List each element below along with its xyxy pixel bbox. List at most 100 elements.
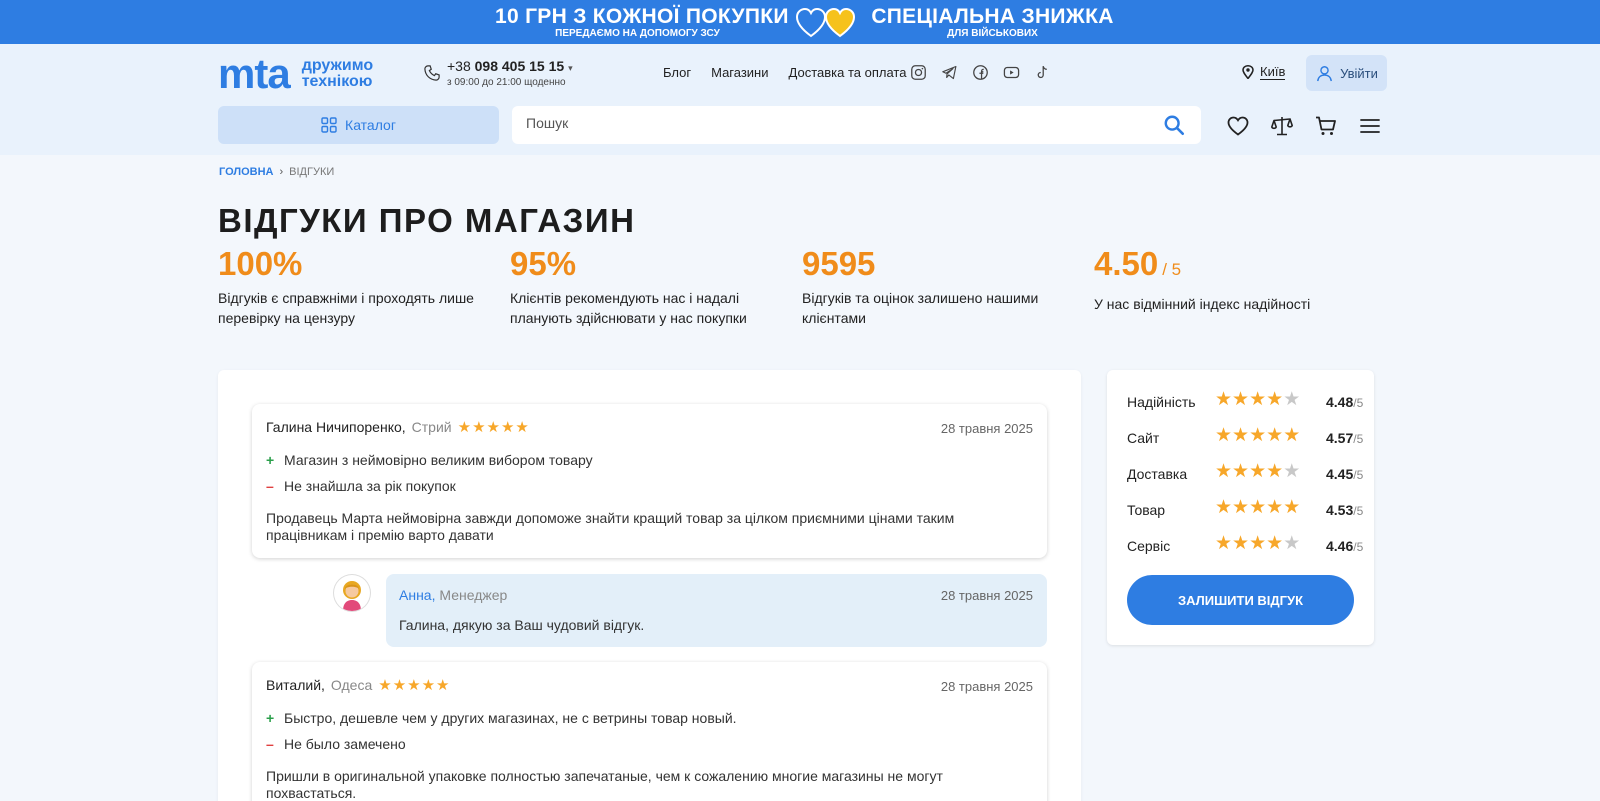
star-icon: ★ [407,676,421,694]
star-filled-icon: ★ [1215,425,1233,446]
rating-stars: ★ ★ ★ ★ ★ [1215,534,1300,553]
rating-number: 4.45 [1326,466,1354,482]
review-card: Виталий, Одеса ★ ★ ★ ★ ★ 28 травня 2025 + Бы… [252,662,1047,801]
star-filled-icon: ★ [1266,461,1284,482]
rating-max: /5 [1353,432,1364,446]
review-cons-text: Не было замечено [284,736,406,752]
minus-icon: – [266,478,274,494]
login-button[interactable]: Увійти [1306,55,1387,91]
promo-left-title: 10 ГРН З КОЖНОЇ ПОКУПКИ [495,5,789,28]
instagram-icon[interactable] [910,64,927,81]
stat-suffix: / 5 [1162,260,1182,279]
star-icon: ★ [457,418,472,436]
cart-icon[interactable] [1314,114,1338,138]
chevron-down-icon[interactable]: ▾ [568,63,573,73]
rating-stars: ★ ★ ★ ★ ★ [1215,426,1300,445]
logo-mark: mta [218,50,291,97]
review-pros-text: Быстро, дешевле чем у других магазинах, … [284,710,737,726]
phone-prefix: +38 [447,58,471,74]
star-filled-icon: ★ [1283,425,1301,446]
breadcrumb: ГОЛОВНА › ВІДГУКИ [219,166,334,178]
reply-header: Анна, Менеджер [399,587,507,603]
star-filled-icon: ★ [1232,425,1250,446]
search-icon[interactable] [1163,114,1185,136]
top-nav: Блог Магазини Доставка та оплата [663,65,906,80]
rating-value: 4.53/5 [1326,502,1363,518]
star-filled-icon: ★ [1232,461,1250,482]
review-cons: – Не было замечено [266,736,406,752]
rating-reliability: Надійність ★ ★ ★ ★ ★ 4.48/5 [1127,390,1363,412]
reply-role: Менеджер [439,587,508,603]
logo-tagline: дружимо технікою [302,58,373,90]
star-filled-icon: ★ [1266,425,1284,446]
rating-number: 4.46 [1326,538,1354,554]
stat-description: Відгуків є справжніми і проходять лише п… [218,290,474,326]
review-text: Продавець Марта неймовірна завжди допомо… [266,510,955,543]
star-filled-icon: ★ [1249,425,1267,446]
catalog-grid-icon [321,117,337,133]
review-header: Галина Ничипоренко, Стрий ★ ★ ★ ★ ★ [266,419,529,435]
review-card: Галина Ничипоренко, Стрий ★ ★ ★ ★ ★ 28 травн… [252,404,1047,558]
nav-stores[interactable]: Магазини [711,65,768,80]
rating-value: 4.57/5 [1326,430,1363,446]
stat-recommend: 95% Клієнтів рекомендують нас і надалі п… [510,244,780,328]
page-title: ВІДГУКИ ПРО МАГАЗИН [218,202,636,239]
review-city: Стрий [411,419,452,435]
star-filled-icon: ★ [1249,389,1267,410]
stat-authentic: 100% Відгуків є справжніми і проходять л… [218,244,488,328]
city-selector[interactable]: Київ [1242,64,1286,80]
logo-tagline-1: дружимо [301,57,374,74]
ratings-summary: Надійність ★ ★ ★ ★ ★ 4.48/5 Сайт ★ ★ ★ ★ ★ 4.57/… [1107,370,1374,645]
user-icon [1317,65,1333,81]
rating-value: 4.46/5 [1326,538,1363,554]
facebook-icon[interactable] [972,64,989,81]
review-author: Виталий, [266,677,325,693]
tiktok-icon[interactable] [1034,64,1051,81]
stat-description: У нас відмінний індекс надійності [1094,296,1311,312]
nav-blog[interactable]: Блог [663,65,691,80]
youtube-icon[interactable] [1003,64,1020,81]
promo-left-subtitle: ПЕРЕДАЄМО НА ДОПОМОГУ ЗСУ [555,28,720,39]
plus-icon: + [266,452,275,468]
stat-description: Відгуків та оцінок залишено нашими клієн… [802,290,1039,326]
nav-delivery[interactable]: Доставка та оплата [789,65,907,80]
reply-name: Анна, [399,587,436,603]
heart-icon[interactable] [1226,114,1250,138]
promo-banner[interactable]: 10 ГРН З КОЖНОЇ ПОКУПКИ ПЕРЕДАЄМО НА ДОП… [0,0,1600,44]
star-filled-icon: ★ [1215,497,1233,518]
reviews-panel: Галина Ничипоренко, Стрий ★ ★ ★ ★ ★ 28 травн… [218,370,1081,801]
chevron-right-icon: › [279,166,284,178]
catalog-button[interactable]: Каталог [218,106,499,144]
star-empty-icon: ★ [1283,533,1301,554]
hearts-icon [796,8,856,38]
search-input[interactable] [526,115,1126,131]
rating-max: /5 [1353,504,1364,518]
promo-right-title: СПЕЦІАЛЬНА ЗНИЖКА [871,5,1114,28]
star-filled-icon: ★ [1249,533,1267,554]
star-filled-icon: ★ [1232,497,1250,518]
rating-label: Товар [1127,502,1166,518]
leave-review-button[interactable]: ЗАЛИШИТИ ВІДГУК [1127,575,1354,625]
star-filled-icon: ★ [1215,389,1233,410]
star-filled-icon: ★ [1266,533,1284,554]
review-text: Пришли в оригинальной упаковке полностью… [266,768,943,801]
rating-stars: ★ ★ ★ ★ ★ [1215,390,1300,409]
rating-stars: ★ ★ ★ ★ ★ [1215,462,1300,481]
rating-value: 4.45/5 [1326,466,1363,482]
review-cons-text: Не знайшла за рік покупок [284,478,456,494]
telegram-icon[interactable] [941,64,958,81]
logo[interactable]: mta дружимо технікою [218,50,373,97]
star-filled-icon: ★ [1249,461,1267,482]
star-filled-icon: ★ [1249,497,1267,518]
review-pros: + Магазин з неймовірно великим вибором т… [266,452,593,468]
menu-icon[interactable] [1358,114,1382,138]
review-stars: ★ ★ ★ ★ ★ [378,678,449,693]
review-pros-text: Магазин з неймовірно великим вибором тов… [284,452,593,468]
rating-product: Товар ★ ★ ★ ★ ★ 4.53/5 [1127,497,1363,520]
compare-icon[interactable] [1270,114,1294,138]
logo-tagline-2: технікою [301,73,373,90]
breadcrumb-home[interactable]: ГОЛОВНА [219,166,273,178]
rating-number: 4.57 [1326,430,1354,446]
star-filled-icon: ★ [1232,389,1250,410]
phone-number[interactable]: +38 098 405 15 15 ▾ [447,58,573,74]
